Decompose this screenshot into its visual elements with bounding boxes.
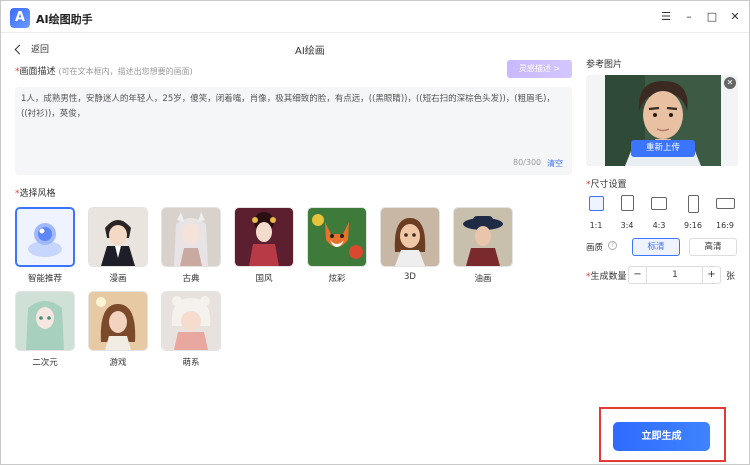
maximize-icon[interactable]: □ (706, 10, 718, 23)
prompt-textarea[interactable]: 1人，成熟男性，安静迷人的年轻人，25岁，傻笑，闭着嘴，肖像，极其细致的脸，有点… (15, 87, 572, 175)
style-label: 炫彩 (328, 274, 346, 284)
generate-button[interactable]: 立即生成 (613, 422, 710, 451)
prompt-section-label: *画面描述 (可在文本框内，描述出您想要的画面) (15, 64, 193, 77)
remove-reference-icon[interactable]: ✕ (724, 77, 736, 89)
ratio-9-16[interactable] (683, 195, 703, 213)
count-stepper: − 1 + (628, 266, 721, 284)
style-smart[interactable]: 智能推荐 (15, 207, 75, 284)
app-window: A AI绘图助手 ☰ – □ ✕ 返回 AI绘画 *画面描述 (可在文本框内，描述… (0, 0, 750, 465)
count-section-label: *生成数量 (586, 269, 627, 282)
style-label: 萌系 (182, 358, 200, 368)
count-input[interactable]: 1 (648, 267, 702, 283)
reference-label: 参考图片 (586, 60, 623, 70)
ratio-label: 3:4 (620, 221, 634, 230)
style-cute[interactable]: 萌系 (161, 291, 221, 368)
decrement-button[interactable]: − (629, 267, 647, 283)
increment-button[interactable]: + (702, 267, 720, 283)
ratio-tall-icon (687, 195, 699, 213)
style-thumb (307, 207, 367, 267)
style-thumb (15, 207, 75, 267)
ratio-wide-icon (715, 198, 735, 209)
prompt-hint: (可在文本框内，描述出您想要的画面) (58, 67, 193, 76)
ratio-landscape-icon (651, 197, 667, 210)
style-label: 古典 (182, 274, 200, 284)
style-3d[interactable]: 3D (380, 207, 440, 282)
quality-standard-button[interactable]: 标清 (632, 238, 680, 256)
clear-button[interactable]: 清空 (547, 158, 563, 169)
style-anime[interactable]: 二次元 (15, 291, 75, 368)
help-icon[interactable]: ? (608, 241, 617, 250)
ratio-portrait-icon (620, 195, 634, 211)
ratio-1-1[interactable] (586, 195, 606, 211)
count-unit: 张 (726, 272, 736, 282)
quality-label: 画质 (586, 243, 604, 253)
style-thumb (88, 207, 148, 267)
back-label: 返回 (31, 45, 50, 55)
reupload-button[interactable]: 重新上传 (631, 140, 695, 157)
style-game[interactable]: 游戏 (88, 291, 148, 368)
app-title: AI绘图助手 (36, 13, 93, 26)
ratio-square-icon (588, 196, 604, 211)
style-label: 油画 (474, 274, 492, 284)
quality-hd-button[interactable]: 高清 (689, 238, 737, 256)
style-label: 选择风格 (19, 189, 56, 199)
size-section-label: *尺寸设置 (586, 177, 627, 190)
style-chinese[interactable]: 国风 (234, 207, 294, 284)
chevron-left-icon (14, 44, 25, 54)
style-thumb (15, 291, 75, 351)
style-thumb (161, 291, 221, 351)
window-controls: ☰ – □ ✕ (660, 10, 741, 23)
ratio-label: 9:16 (684, 221, 702, 230)
style-label: 二次元 (32, 358, 58, 368)
count-label: 生成数量 (590, 272, 627, 282)
ratio-3-4[interactable] (617, 195, 637, 211)
style-thumb (88, 291, 148, 351)
style-label: 国风 (255, 274, 273, 284)
style-label: 游戏 (109, 358, 127, 368)
ratio-label: 4:3 (652, 221, 666, 230)
minimize-icon[interactable]: – (683, 10, 695, 23)
style-label: 漫画 (109, 274, 127, 284)
style-colorful[interactable]: 炫彩 (307, 207, 367, 284)
style-thumb (380, 207, 440, 267)
char-counter: 80/300 (513, 158, 542, 167)
page-title: AI绘画 (295, 46, 325, 57)
style-section-label: *选择风格 (15, 186, 56, 199)
style-thumb (234, 207, 294, 267)
app-logo-icon: A (10, 8, 30, 28)
reference-image-box: ✕ 重新上传 (586, 75, 738, 166)
style-thumb (453, 207, 513, 267)
prompt-text: 1人，成熟男性，安静迷人的年轻人，25岁，傻笑，闭着嘴，肖像，极其细致的脸，有点… (21, 94, 555, 119)
prompt-label: 画面描述 (19, 67, 56, 77)
title-bar: A AI绘图助手 ☰ – □ ✕ (1, 1, 749, 33)
ratio-label: 1:1 (589, 221, 603, 230)
style-comic[interactable]: 漫画 (88, 207, 148, 284)
size-label: 尺寸设置 (590, 180, 627, 190)
style-label: 智能推荐 (27, 274, 62, 284)
style-label: 3D (404, 272, 416, 282)
close-icon[interactable]: ✕ (729, 10, 741, 23)
ratio-label: 16:9 (716, 221, 734, 230)
inspiration-button[interactable]: 灵感描述 > (507, 60, 572, 78)
style-thumb (161, 207, 221, 267)
ratio-16-9[interactable] (715, 195, 735, 209)
style-classical[interactable]: 古典 (161, 207, 221, 284)
back-button[interactable]: 返回 (14, 42, 50, 55)
menu-icon[interactable]: ☰ (660, 10, 672, 23)
style-oil[interactable]: 油画 (453, 207, 513, 284)
ratio-4-3[interactable] (649, 195, 669, 210)
